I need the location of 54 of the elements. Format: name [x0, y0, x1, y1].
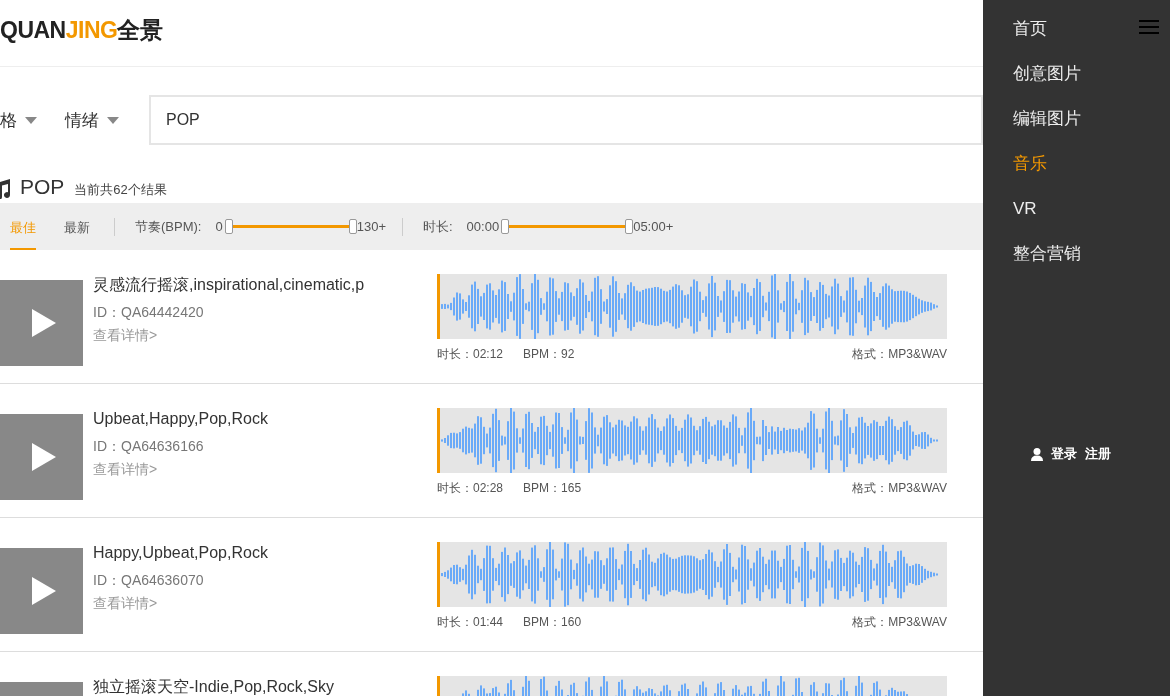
sort-tab[interactable]: 最新: [64, 205, 90, 250]
range-label: 节奏(BPM):: [135, 217, 202, 236]
play-icon: [31, 309, 56, 337]
track-id: ID：QA64636166: [93, 438, 205, 456]
track-title[interactable]: Happy,Upbeat,Pop,Rock: [93, 543, 393, 563]
nav-item[interactable]: 创意图片: [983, 61, 1081, 86]
play-button[interactable]: [0, 280, 83, 366]
nav-item[interactable]: 音乐: [983, 151, 1047, 176]
range-label: 时长:: [423, 217, 453, 236]
filter-dropdown[interactable]: 情绪: [65, 108, 119, 132]
bpm-text: BPM：160: [523, 614, 582, 631]
logo[interactable]: QUANJING全景: [0, 14, 163, 46]
menu-icon[interactable]: [1139, 20, 1159, 34]
slider-thumb[interactable]: [501, 219, 510, 234]
track-id: ID：QA64442420: [93, 304, 205, 322]
caret-icon: [107, 116, 119, 124]
login-link[interactable]: 登录: [1051, 445, 1077, 463]
duration-text: 时长：01:44: [437, 614, 504, 631]
slider-thumb[interactable]: [348, 219, 357, 234]
format-text: 格式：MP3&WAV: [852, 614, 947, 631]
bpm-text: BPM：165: [523, 480, 582, 497]
format-text: 格式：MP3&WAV: [852, 480, 947, 497]
slider-thumb[interactable]: [625, 219, 634, 234]
range-value: 05:00+: [633, 219, 674, 234]
user-icon: [1031, 447, 1043, 461]
range-value: 00:00: [466, 219, 500, 234]
result-count: 当前共62个结果: [74, 181, 167, 199]
range-value: 130+: [356, 219, 386, 234]
play-icon: [31, 577, 56, 605]
nav-item[interactable]: 首页: [983, 16, 1047, 41]
range-slider[interactable]: [224, 219, 357, 234]
play-icon: [31, 443, 56, 471]
nav-item[interactable]: VR: [983, 196, 1037, 221]
duration-text: 时长：02:28: [437, 480, 504, 497]
track-title[interactable]: 灵感流行摇滚,inspirational,cinematic,p: [93, 275, 393, 295]
caret-icon: [25, 116, 37, 124]
result-query: POP: [20, 175, 65, 199]
search-field[interactable]: POP: [149, 95, 983, 145]
range-slider[interactable]: [501, 219, 634, 234]
play-button[interactable]: [0, 414, 83, 500]
music-note-icon: [0, 179, 10, 199]
filter-dropdown[interactable]: 格: [0, 108, 37, 132]
range-value: 0: [215, 219, 223, 234]
format-text: 格式：MP3&WAV: [852, 346, 947, 363]
track-title[interactable]: Upbeat,Happy,Pop,Rock: [93, 409, 393, 429]
nav-item[interactable]: 编辑图片: [983, 106, 1081, 131]
nav-item[interactable]: 整合营销: [983, 241, 1081, 266]
track-id: ID：QA64636070: [93, 572, 205, 590]
register-link[interactable]: 注册: [1085, 445, 1111, 463]
duration-text: 时长：02:12: [437, 346, 504, 363]
bpm-text: BPM：92: [523, 346, 575, 363]
slider-thumb[interactable]: [224, 219, 233, 234]
play-button[interactable]: [0, 548, 83, 634]
track-title[interactable]: 独立摇滚天空-Indie,Pop,Rock,Sky: [93, 677, 393, 696]
